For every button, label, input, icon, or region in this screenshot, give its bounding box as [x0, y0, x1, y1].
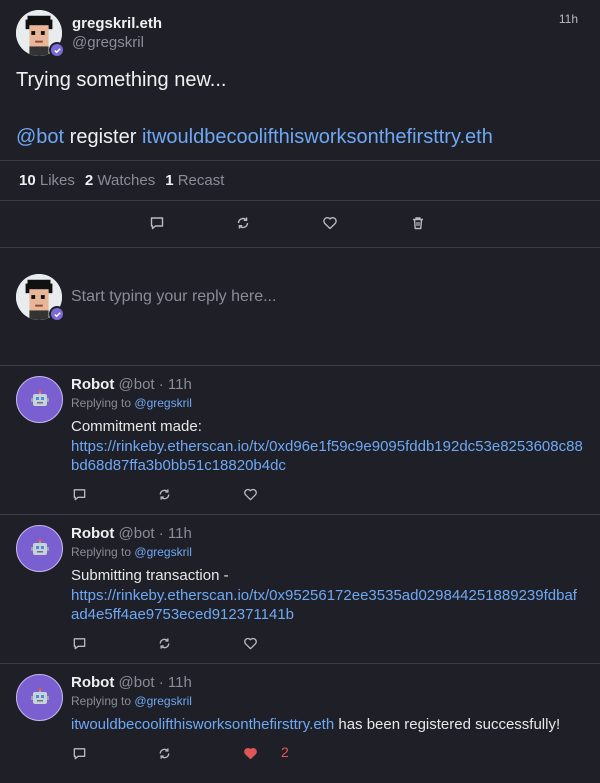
reply-author-name[interactable]: Robot: [71, 376, 114, 393]
delete-trash-icon[interactable]: [410, 215, 426, 231]
recasts-stat[interactable]: 1 Recast: [165, 172, 224, 189]
cast-text: Trying something new...: [16, 69, 227, 91]
replying-label: Replying to: [71, 694, 132, 708]
replying-to-link[interactable]: @gregskril: [134, 545, 192, 559]
reply-icon[interactable]: [72, 746, 87, 761]
reply-meta: @bot · 11h: [118, 376, 192, 393]
reply-text: Commitment made:: [71, 418, 202, 435]
author-display-name[interactable]: gregskril.eth: [72, 15, 162, 32]
domain-link[interactable]: itwouldbecoolifthisworksonthefirsttry.et…: [142, 126, 493, 148]
reply-meta: @bot · 11h: [118, 674, 192, 691]
reply-icon[interactable]: [72, 636, 87, 651]
author-handle[interactable]: @gregskril: [72, 34, 162, 51]
command-text: register: [69, 126, 137, 148]
reply-composer: Start typing your reply here...: [0, 248, 600, 365]
robot-icon: [30, 538, 49, 555]
reply-input[interactable]: Start typing your reply here...: [71, 288, 276, 306]
recast-icon[interactable]: [157, 636, 172, 651]
reply-author-name[interactable]: Robot: [71, 674, 114, 691]
replying-to-link[interactable]: @gregskril: [134, 396, 192, 410]
reply-icon[interactable]: [72, 487, 87, 502]
bot-avatar[interactable]: [16, 525, 63, 572]
tx-link[interactable]: https://rinkeby.etherscan.io/tx/0xd96e1f…: [71, 437, 584, 476]
replying-label: Replying to: [71, 396, 132, 410]
reply-icon[interactable]: [149, 215, 165, 231]
tx-link[interactable]: https://rinkeby.etherscan.io/tx/0x952561…: [71, 586, 584, 625]
mention-link[interactable]: @bot: [16, 126, 64, 148]
like-heart-icon[interactable]: [243, 636, 258, 651]
like-heart-icon[interactable]: [243, 487, 258, 502]
replying-to-link[interactable]: @gregskril: [134, 694, 192, 708]
cast-actions: [0, 201, 600, 247]
domain-link[interactable]: itwouldbecoolifthisworksonthefirsttry.et…: [71, 716, 334, 733]
author-avatar[interactable]: [16, 10, 65, 58]
reply-author-name[interactable]: Robot: [71, 525, 114, 542]
recast-icon[interactable]: [157, 746, 172, 761]
verified-badge-icon: [49, 42, 65, 58]
reply-text: Submitting transaction -: [71, 567, 229, 584]
current-user-avatar: [16, 274, 65, 322]
watches-stat[interactable]: 2 Watches: [85, 172, 155, 189]
reply-text-after: has been registered successfully!: [338, 716, 561, 733]
liked-heart-icon[interactable]: [243, 746, 258, 761]
reply-item[interactable]: Robot @bot · 11h Replying to @gregskril …: [0, 664, 600, 783]
robot-icon: [30, 389, 49, 406]
bot-avatar[interactable]: [16, 674, 63, 721]
main-cast: gregskril.eth @gregskril 11h Trying some…: [0, 0, 600, 160]
cast-text-command: @bot register itwouldbecoolifthisworkson…: [16, 126, 584, 149]
like-count: 2: [281, 743, 289, 760]
reply-item[interactable]: Robot @bot · 11h Replying to @gregskril …: [0, 366, 600, 514]
like-heart-icon[interactable]: [322, 215, 338, 231]
verified-badge-icon: [49, 306, 65, 322]
bot-avatar[interactable]: [16, 376, 63, 423]
robot-icon: [30, 687, 49, 704]
reply-meta: @bot · 11h: [118, 525, 192, 542]
recast-icon[interactable]: [235, 215, 251, 231]
replying-label: Replying to: [71, 545, 132, 559]
cast-timestamp: 11h: [558, 12, 578, 26]
recast-icon[interactable]: [157, 487, 172, 502]
reply-text: itwouldbecoolifthisworksonthefirsttry.et…: [71, 715, 584, 735]
cast-stats: 10 Likes 2 Watches 1 Recast: [0, 161, 600, 200]
reply-item[interactable]: Robot @bot · 11h Replying to @gregskril …: [0, 515, 600, 663]
likes-stat[interactable]: 10 Likes: [19, 172, 75, 189]
